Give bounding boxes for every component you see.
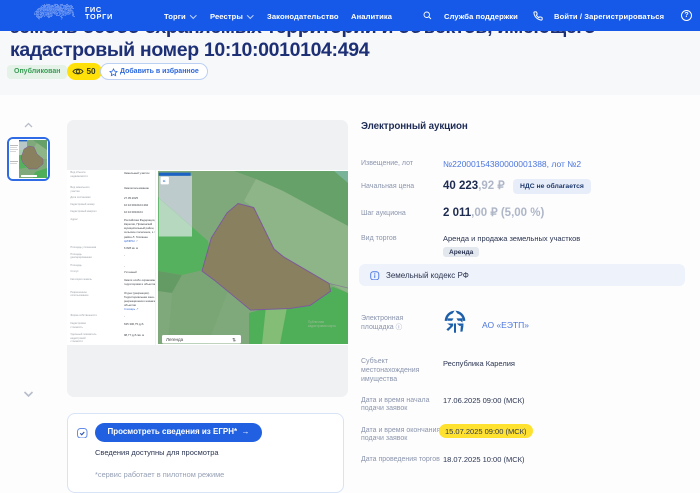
svg-text:кадастровая карта: кадастровая карта [308,324,336,328]
svg-text:Легенда: Легенда [166,337,184,342]
svg-text:⇅: ⇅ [232,338,236,344]
svg-text:«: « [163,179,166,185]
